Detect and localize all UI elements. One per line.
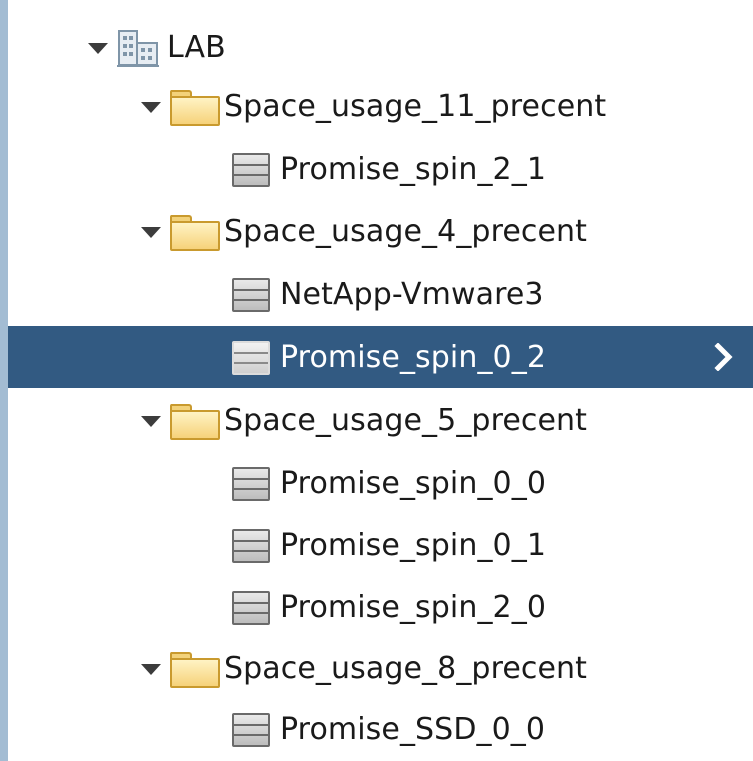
tree-node-folder[interactable]: Space_usage_5_precent — [8, 389, 753, 451]
tree-node-folder[interactable]: Space_usage_4_precent — [8, 200, 753, 262]
tree-node-folder[interactable]: Space_usage_11_precent — [8, 75, 753, 137]
tree-node-datastore[interactable]: Promise_spin_2_0 — [8, 576, 753, 638]
chevron-right-icon[interactable] — [713, 343, 735, 371]
folder-icon — [168, 402, 220, 440]
datastore-label: Promise_spin_2_0 — [280, 589, 547, 625]
expand-toggle-icon[interactable] — [139, 409, 161, 431]
folder-icon — [168, 213, 220, 251]
folder-label: Space_usage_11_precent — [224, 88, 607, 124]
navigator-tree: LAB Space_usage_11_precent Promise_spin_… — [0, 0, 753, 761]
datastore-icon — [230, 339, 270, 375]
datastore-icon — [230, 151, 270, 187]
datastore-label: Promise_spin_0_2 — [280, 339, 547, 375]
datastore-label: Promise_SSD_0_0 — [280, 711, 546, 747]
expand-toggle-icon[interactable] — [139, 220, 161, 242]
tree-node-datastore-selected[interactable]: Promise_spin_0_2 — [8, 326, 753, 388]
folder-icon — [168, 88, 220, 126]
datacenter-label: LAB — [167, 29, 226, 65]
datastore-icon — [230, 711, 270, 747]
datastore-label: Promise_spin_0_0 — [280, 465, 547, 501]
folder-label: Space_usage_4_precent — [224, 213, 588, 249]
datastore-label: Promise_spin_2_1 — [280, 151, 547, 187]
expand-toggle-icon[interactable] — [139, 95, 161, 117]
tree-node-datastore[interactable]: Promise_spin_0_0 — [8, 452, 753, 514]
tree-node-datacenter[interactable]: LAB — [8, 16, 753, 78]
folder-label: Space_usage_5_precent — [224, 402, 588, 438]
datastore-label: Promise_spin_0_1 — [280, 527, 547, 563]
folder-label: Space_usage_8_precent — [224, 650, 588, 686]
expand-toggle-icon[interactable] — [86, 36, 108, 58]
tree-node-datastore[interactable]: Promise_SSD_0_0 — [8, 698, 753, 760]
tree-node-datastore[interactable]: Promise_spin_2_1 — [8, 138, 753, 200]
datastore-icon — [230, 589, 270, 625]
folder-icon — [168, 650, 220, 688]
datastore-icon — [230, 276, 270, 312]
expand-toggle-icon[interactable] — [139, 657, 161, 679]
datastore-icon — [230, 527, 270, 563]
tree-node-datastore[interactable]: Promise_spin_0_1 — [8, 514, 753, 576]
datastore-icon — [230, 465, 270, 501]
tree-node-datastore[interactable]: NetApp-Vmware3 — [8, 263, 753, 325]
datacenter-icon — [115, 25, 161, 69]
tree-node-folder[interactable]: Space_usage_8_precent — [8, 637, 753, 699]
datastore-label: NetApp-Vmware3 — [280, 276, 544, 312]
